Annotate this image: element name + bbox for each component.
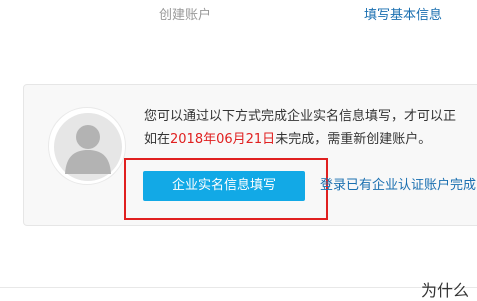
step-create-account: 创建账户 xyxy=(159,8,212,23)
notice-suffix: 未完成，需重新创建账户。 xyxy=(275,132,432,147)
notice-prefix: 如在 xyxy=(144,132,171,147)
user-silhouette-icon xyxy=(54,113,122,181)
why-section-heading: 为什么 xyxy=(421,281,470,300)
section-divider xyxy=(0,287,477,288)
step-progress: 创建账户 填写基本信息 xyxy=(0,0,477,34)
login-verified-account-link[interactable]: 登录已有企业认证账户完成 xyxy=(320,178,476,194)
enterprise-realname-fill-button[interactable]: 企业实名信息填写 xyxy=(143,171,305,201)
avatar xyxy=(48,107,126,185)
deadline-date: 2018年06月21日 xyxy=(170,132,276,147)
notice-text-line-2: 如在2018年06月21日未完成，需重新创建账户。 xyxy=(144,131,431,149)
step-fill-basic-info: 填写基本信息 xyxy=(364,8,443,23)
notice-text-line-1: 您可以通过以下方式完成企业实名信息填写，才可以正 xyxy=(144,109,457,124)
